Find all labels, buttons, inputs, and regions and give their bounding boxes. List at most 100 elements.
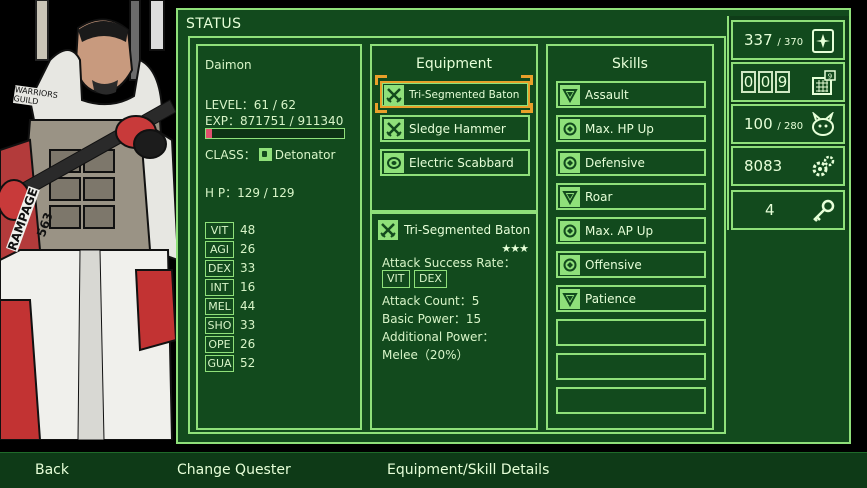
selection-corner bbox=[375, 75, 387, 85]
stat-value: 26 bbox=[240, 337, 256, 351]
detail-name: Tri-Segmented Baton bbox=[404, 223, 531, 237]
stat-value: 33 bbox=[240, 318, 256, 332]
exp-bar bbox=[205, 128, 345, 139]
exp-bar-fill bbox=[206, 129, 212, 138]
equipment-slot-1[interactable]: Tri-Segmented Baton bbox=[380, 81, 530, 108]
crossed-swords-icon bbox=[384, 118, 404, 139]
equipment-slot-3[interactable]: Electric Scabbard bbox=[380, 149, 530, 176]
basic-power: Basic Power：15 bbox=[382, 312, 482, 326]
skill-slot-empty[interactable] bbox=[556, 353, 706, 380]
stat-label: GUA bbox=[205, 355, 234, 372]
skill-slot-empty[interactable] bbox=[556, 319, 706, 346]
skill-slot-assault[interactable]: Assault bbox=[556, 81, 706, 108]
stat-label: INT bbox=[205, 279, 234, 296]
stat-value: 33 bbox=[240, 261, 256, 275]
creature-icon bbox=[812, 112, 834, 136]
resource-strip-lower bbox=[727, 230, 849, 428]
monster-count-text: 100 / 280 bbox=[744, 115, 803, 133]
class-label: CLASS： bbox=[205, 148, 256, 162]
skill-label: Defensive bbox=[585, 155, 645, 170]
day-digit: 9 bbox=[775, 71, 790, 93]
day-digits: 0 0 9 bbox=[741, 71, 790, 93]
skills-title: Skills bbox=[612, 56, 648, 72]
day-digit: 0 bbox=[741, 71, 756, 93]
attack-success-label: Attack Success Rate： bbox=[382, 256, 516, 270]
exp-text: EXP：871751 / 911340 bbox=[205, 114, 344, 128]
stat-value: 16 bbox=[240, 280, 256, 294]
equipment-label: Sledge Hammer bbox=[409, 121, 506, 136]
additional-power-label: Additional Power： bbox=[382, 330, 495, 344]
equipment-skill-details-button[interactable]: Equipment/Skill Details bbox=[387, 462, 549, 478]
parts-count: 8083 bbox=[744, 157, 783, 175]
additional-power-value: Melee（20%） bbox=[382, 348, 469, 362]
character-name: Daimon bbox=[205, 58, 252, 72]
crossed-swords-icon bbox=[384, 84, 404, 105]
monster-counter: 100 / 280 bbox=[731, 104, 845, 144]
equipment-label: Tri-Segmented Baton bbox=[409, 88, 520, 101]
stat-value: 48 bbox=[240, 223, 256, 237]
window-title: STATUS bbox=[186, 16, 242, 32]
card-max: / 370 bbox=[777, 37, 804, 48]
stat-label: DEX bbox=[205, 260, 234, 277]
skill-label: Patience bbox=[585, 291, 637, 306]
level-text: LEVEL：61 / 62 bbox=[205, 98, 296, 112]
stat-label: VIT bbox=[205, 222, 234, 239]
skill-slot-max-ap-up[interactable]: Max. AP Up bbox=[556, 217, 706, 244]
skill-slot-max-hp-up[interactable]: Max. HP Up bbox=[556, 115, 706, 142]
skill-slot-patience[interactable]: Patience bbox=[556, 285, 706, 312]
skill-label: Assault bbox=[585, 87, 629, 102]
triangle-icon bbox=[560, 288, 580, 309]
skills-panel: Skills Assault Max. HP Up Defensive Roar… bbox=[546, 44, 714, 430]
skill-slot-offensive[interactable]: Offensive bbox=[556, 251, 706, 278]
triangle-icon bbox=[560, 84, 580, 105]
bottom-bar: Back Change Quester Equipment/Skill Deta… bbox=[0, 452, 867, 488]
stat-value: 52 bbox=[240, 356, 256, 370]
skill-label: Max. HP Up bbox=[585, 121, 654, 136]
parts-counter: 8083 bbox=[731, 146, 845, 186]
stat-value: 26 bbox=[240, 242, 256, 256]
card-count-text: 337 / 370 bbox=[744, 31, 803, 49]
skill-slot-defensive[interactable]: Defensive bbox=[556, 149, 706, 176]
card-count: 337 bbox=[744, 31, 773, 49]
gears-icon bbox=[812, 155, 835, 177]
monster-max: / 280 bbox=[777, 121, 804, 132]
equipment-label: Electric Scabbard bbox=[409, 155, 514, 170]
stat-tag-dex: DEX bbox=[414, 270, 447, 288]
card-counter: 337 / 370 bbox=[731, 20, 845, 60]
selection-corner bbox=[375, 103, 387, 113]
change-quester-button[interactable]: Change Quester bbox=[177, 462, 291, 478]
calendar-badge: 9 bbox=[828, 73, 832, 81]
selection-corner bbox=[521, 103, 533, 113]
skill-label: Offensive bbox=[585, 257, 642, 272]
stat-value: 44 bbox=[240, 299, 256, 313]
character-portrait: WARRIORS GUILD RAMPAGE 563 bbox=[0, 0, 178, 440]
selection-corner bbox=[521, 75, 533, 85]
back-button[interactable]: Back bbox=[35, 462, 69, 478]
circle-arrows-icon bbox=[560, 152, 580, 173]
skill-slot-roar[interactable]: Roar bbox=[556, 183, 706, 210]
hp-text: H P：129 / 129 bbox=[205, 186, 295, 200]
triangle-icon bbox=[560, 186, 580, 207]
class-value: Detonator bbox=[274, 148, 336, 162]
equipment-panel: Equipment Tri-Segmented Baton Sledge Ham… bbox=[370, 44, 538, 212]
equipment-slot-2[interactable]: Sledge Hammer bbox=[380, 115, 530, 142]
key-icon bbox=[813, 199, 835, 222]
skill-slot-empty[interactable] bbox=[556, 387, 706, 414]
day-digit: 0 bbox=[758, 71, 773, 93]
bomb-icon bbox=[258, 148, 272, 161]
circle-arrows-icon bbox=[560, 118, 580, 139]
circle-arrows-icon bbox=[560, 254, 580, 275]
calendar-icon: 9 bbox=[812, 70, 836, 95]
detail-header: Tri-Segmented Baton bbox=[378, 220, 530, 240]
stat-label: MEL bbox=[205, 298, 234, 315]
character-panel: Daimon LEVEL：61 / 62 EXP：871751 / 911340… bbox=[196, 44, 362, 430]
skill-label: Roar bbox=[585, 189, 613, 204]
stat-label: AGI bbox=[205, 241, 234, 258]
monster-count: 100 bbox=[744, 115, 773, 133]
circle-arrows-icon bbox=[560, 220, 580, 241]
sparkle-card-icon bbox=[812, 29, 834, 53]
equipment-detail-panel: Tri-Segmented Baton ★★★ Attack Success R… bbox=[370, 212, 538, 430]
key-count: 4 bbox=[765, 201, 775, 219]
attack-count: Attack Count：5 bbox=[382, 294, 480, 308]
crossed-swords-icon bbox=[378, 220, 398, 240]
